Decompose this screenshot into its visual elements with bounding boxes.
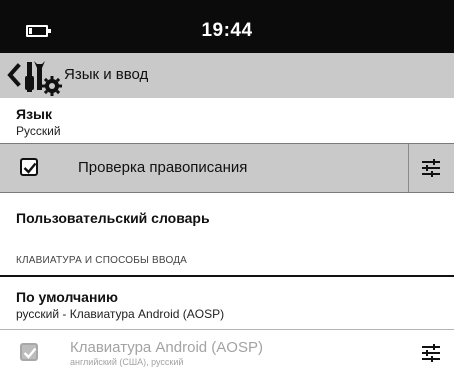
keyboard-section-header: КЛАВИАТУРА И СПОСОБЫ ВВОДА [16,255,188,266]
checkmark-icon [23,347,37,359]
user-dictionary-preference[interactable]: Пользовательский словарь [16,210,210,226]
default-input-summary: русский - Клавиатура Android (AOSP) [16,307,225,321]
aosp-keyboard-summary: английский (США), русский [70,357,184,367]
user-dictionary-title: Пользовательский словарь [16,210,210,226]
spell-check-row[interactable]: Проверка правописания [0,143,454,193]
action-bar: Язык и ввод [0,53,454,98]
aosp-keyboard-checkbox[interactable] [20,343,38,361]
status-time: 19:44 [201,20,253,41]
settings-tools-icon[interactable] [24,58,62,96]
aosp-keyboard-title[interactable]: Клавиатура Android (AOSP) [70,339,263,356]
language-preference[interactable]: Язык Русский [16,106,61,138]
checkmark-icon [23,162,37,174]
row-divider [0,329,454,330]
tune-icon[interactable] [420,343,442,363]
screen-title: Язык и ввод [64,66,149,83]
spell-check-label: Проверка правописания [78,159,248,176]
default-input-title: По умолчанию [16,289,118,305]
language-summary: Русский [16,124,61,138]
default-input-preference[interactable]: По умолчанию русский - Клавиатура Androi… [16,289,224,321]
tune-icon[interactable] [420,158,442,178]
spell-check-checkbox[interactable] [20,158,38,176]
language-title: Язык [16,106,52,122]
status-bar: 19:44 [0,0,454,53]
section-divider [0,275,454,277]
divider [408,144,409,192]
chevron-left-icon[interactable] [6,63,22,87]
